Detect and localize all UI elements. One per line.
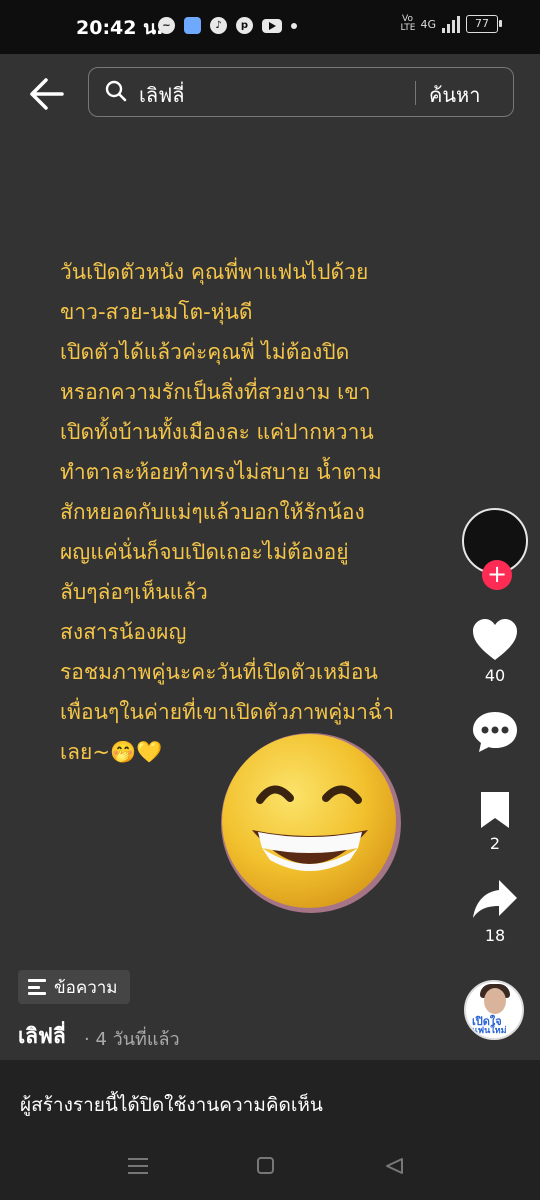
post-line: ลับๆล่อๆเห็นแล้ว [60,580,208,604]
status-bar: 20:42 น. ~ ♪ p Vo LTE 4G 77 [0,0,540,54]
search-icon [105,80,127,102]
post-line: วันเปิดตัวหนัง คุณพี่พาแฟนไปด้วย [60,260,369,284]
search-divider [415,81,416,105]
comment-button[interactable] [460,710,530,758]
comments-disabled-text: ผู้สร้างรายนี้ได้ปิดใช้งานความคิดเห็น [20,1094,323,1116]
comment-icon [473,712,517,752]
battery-icon: 77 [466,15,502,33]
search-header: เลิฟลี่ ค้นหา [0,54,540,144]
share-count: 18 [484,926,506,945]
dot-icon [291,22,297,29]
music-disc[interactable]: เปิดใจ แฟนใหม่ [464,980,524,1040]
pinterest-icon: p [236,17,253,34]
youtube-icon [262,18,282,33]
status-right: Vo LTE 4G 77 [400,14,502,33]
search-input[interactable]: เลิฟลี่ [139,79,185,111]
system-nav-bar [0,1140,540,1200]
text-post-badge: ข้อความ [18,970,130,1004]
post-time: · 4 วันที่แล้ว [84,1029,180,1050]
home-icon[interactable] [257,1157,274,1174]
tiktok-icon: ♪ [210,17,227,34]
post-text: วันเปิดตัวหนัง คุณพี่พาแฟนไปด้วย ขาว-สวย… [60,252,460,772]
like-count: 40 [484,666,506,685]
signal-icon [442,15,460,33]
battery-level: 77 [475,17,489,30]
save-button[interactable]: 2 [460,790,530,853]
author-name[interactable]: เลิฟลี่ [18,1020,66,1053]
post-line: เปิดตัวได้แล้วค่ะคุณพี่ ไม่ต้องปิด [60,340,350,364]
blue-app-icon [184,17,201,34]
nav-back-icon[interactable] [384,1157,404,1179]
text-lines-icon [28,979,46,995]
share-button[interactable]: 18 [460,876,530,945]
grinning-emoji-sticker [218,730,404,916]
post-line: หรอกความรักเป็นสิ่งที่สวยงาม เขา [60,380,371,404]
post-line: เพื่อนๆในค่ายที่เขาเปิดตัวภาพคู่มาฉ่ำ [60,700,395,724]
follow-button[interactable]: + [482,560,512,590]
volte-label: Vo LTE [400,14,416,33]
status-time: 20:42 น. [76,17,164,39]
thumb-title-2: แฟนใหม่ [472,1026,507,1036]
share-icon [473,880,517,918]
bookmark-icon [481,792,509,828]
status-app-icons: ~ ♪ p [158,17,297,34]
comments-disabled-bar: ผู้สร้างรายนี้ได้ปิดใช้งานความคิดเห็น [0,1060,540,1150]
post-line: ทำตาละห้อยทำทรงไม่สบาย น้ำตาม [60,460,382,484]
post-line: ขาว-สวย-นมโต-หุ่นดี [60,300,253,324]
heart-icon [473,619,517,660]
badge-label: ข้อความ [54,977,118,998]
post-line: สงสารน้องผญ [60,620,187,644]
creator-avatar[interactable]: + [462,508,528,590]
network-label: 4G [420,17,436,31]
post-line: รอชมภาพคู่นะคะวันที่เปิดตัวเหมือน [60,660,378,684]
thumb-face [484,988,506,1014]
like-button[interactable]: 40 [460,618,530,685]
search-button[interactable]: ค้นหา [429,79,480,111]
messenger-icon: ~ [158,17,175,34]
save-count: 2 [489,834,501,853]
search-bar[interactable]: เลิฟลี่ ค้นหา [88,67,514,117]
recent-apps-icon[interactable] [128,1158,148,1174]
back-arrow-icon[interactable] [28,76,68,112]
post-line: ผญแค่นั่นก็จบเปิดเถอะไม่ต้องอยู่ [60,540,349,564]
post-line: สักหยอดกับแม่ๆแล้วบอกให้รักน้อง [60,500,365,524]
post-line: เปิดทั้งบ้านทั้งเมืองละ แค่ปากหวาน [60,420,374,444]
